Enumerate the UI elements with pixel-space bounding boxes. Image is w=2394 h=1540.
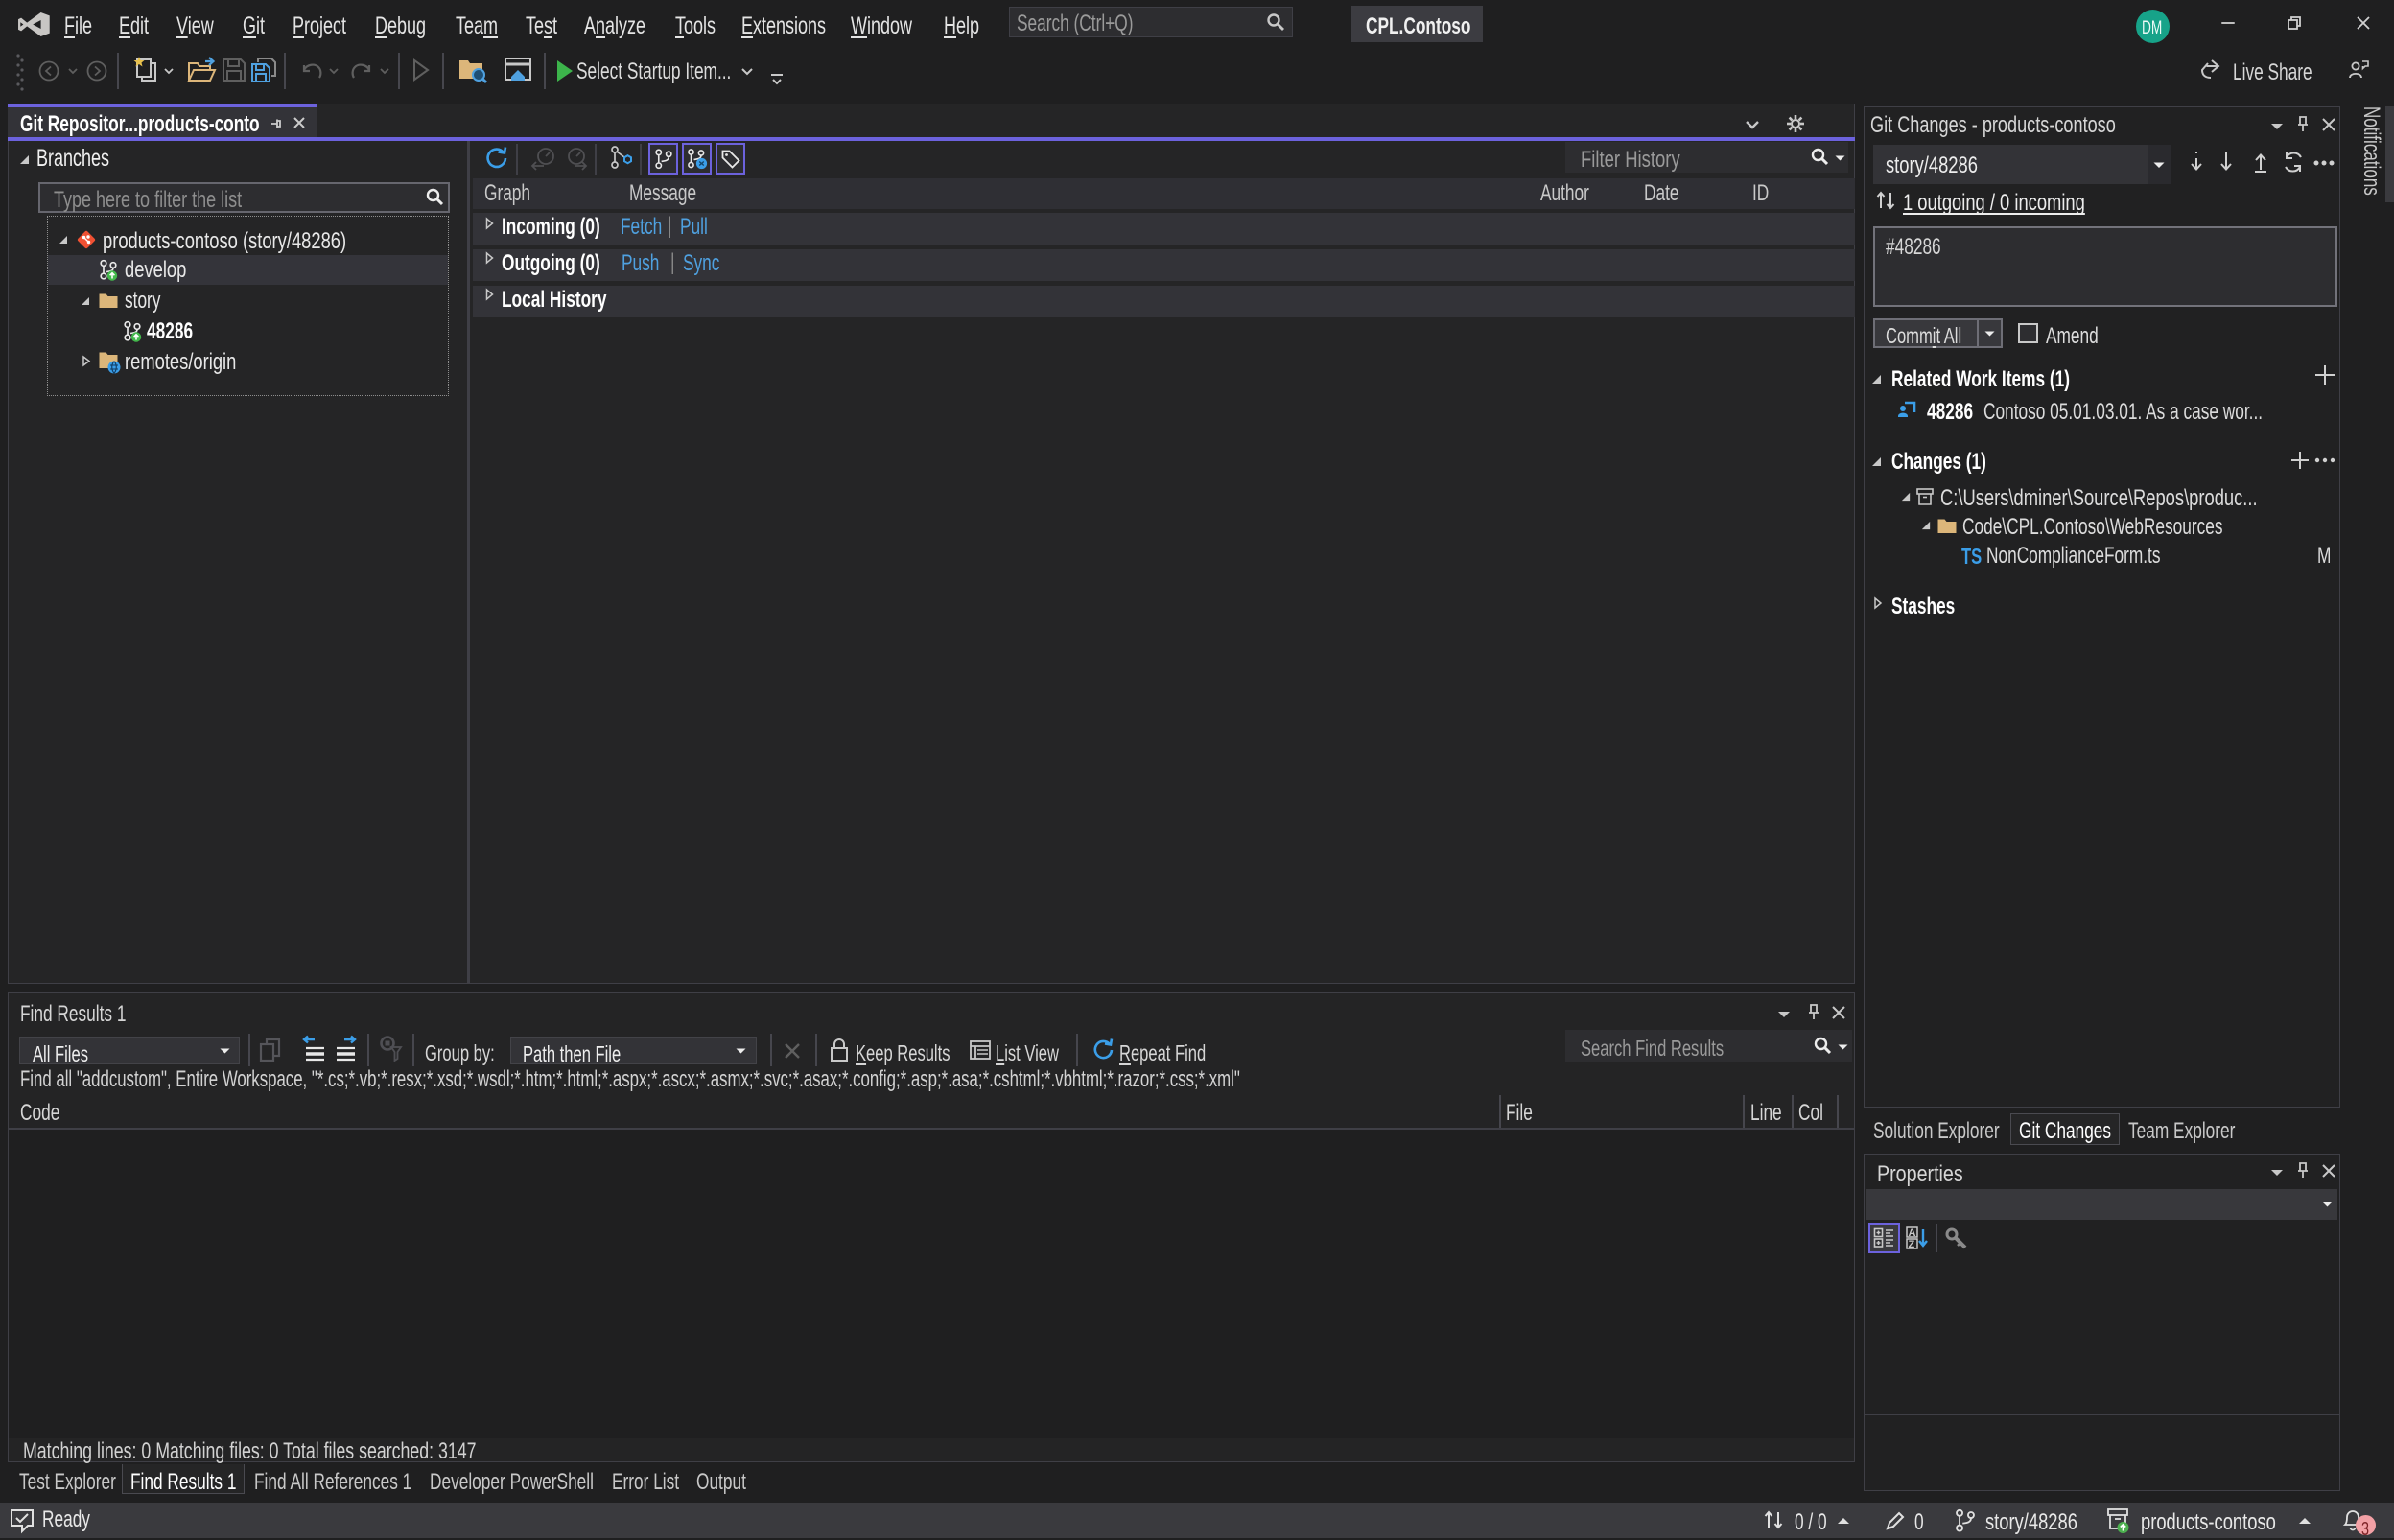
svg-text:Z: Z — [1909, 1239, 1915, 1250]
svg-text:A: A — [1909, 1227, 1916, 1239]
